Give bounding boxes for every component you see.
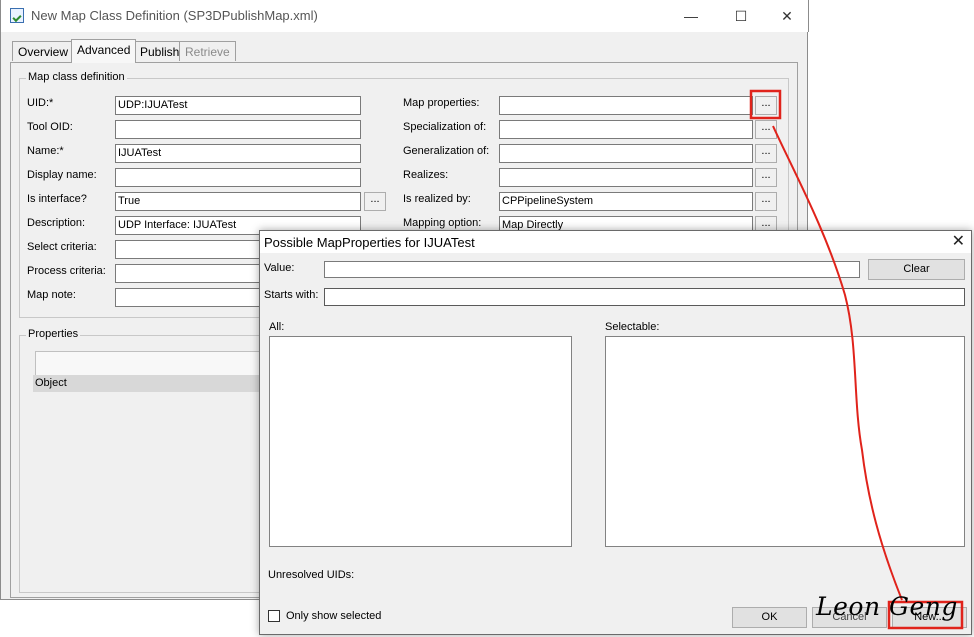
properties-grid-header <box>35 351 264 376</box>
main-titlebar[interactable]: New Map Class Definition (SP3DPublishMap… <box>1 0 809 32</box>
display-name-field[interactable] <box>115 168 361 187</box>
tool-oid-label: Tool OID: <box>27 121 73 133</box>
specialization-of-browse-button[interactable]: ... <box>755 120 777 139</box>
realizes-label: Realizes: <box>403 169 449 181</box>
value-input[interactable] <box>324 261 860 278</box>
dialog-title: Possible MapProperties for IJUATest <box>264 235 475 250</box>
starts-with-input[interactable] <box>324 288 965 306</box>
map-properties-label: Map properties: <box>403 97 480 109</box>
starts-with-label: Starts with: <box>264 289 319 301</box>
properties-title: Properties <box>26 328 81 340</box>
specialization-of-label: Specialization of: <box>403 121 487 133</box>
process-criteria-label: Process criteria: <box>27 265 106 277</box>
only-show-selected-checkbox[interactable] <box>268 610 280 622</box>
is-interface-field[interactable]: True <box>115 192 361 211</box>
select-criteria-label: Select criteria: <box>27 241 97 253</box>
tab-advanced[interactable]: Advanced <box>71 39 137 63</box>
map-properties-browse-button[interactable]: ... <box>755 96 777 115</box>
clear-button[interactable]: Clear <box>868 259 965 280</box>
is-realized-by-field[interactable]: CPPipelineSystem <box>499 192 753 211</box>
generalization-of-field[interactable] <box>499 144 753 163</box>
map-class-definition-title: Map class definition <box>26 71 127 83</box>
name-label: Name:* <box>27 145 64 157</box>
selectable-label: Selectable: <box>605 321 660 333</box>
tab-overview[interactable]: Overview <box>12 41 75 61</box>
is-interface-browse-button[interactable]: ... <box>364 192 386 211</box>
realizes-browse-button[interactable]: ... <box>755 168 777 187</box>
tool-oid-field[interactable] <box>115 120 361 139</box>
display-name-label: Display name: <box>27 169 97 181</box>
is-interface-label: Is interface? <box>27 193 87 205</box>
generalization-of-browse-button[interactable]: ... <box>755 144 777 163</box>
ok-button[interactable]: OK <box>732 607 807 628</box>
name-field[interactable]: IJUATest <box>115 144 361 163</box>
all-label: All: <box>269 321 285 333</box>
map-properties-field[interactable] <box>499 96 753 115</box>
dialog-titlebar[interactable]: Possible MapProperties for IJUATest ✕ <box>260 231 971 253</box>
maximize-button[interactable]: ☐ <box>726 6 756 26</box>
specialization-of-field[interactable] <box>499 120 753 139</box>
window-title: New Map Class Definition (SP3DPublishMap… <box>31 8 318 23</box>
tab-publish[interactable]: Publish <box>134 41 186 61</box>
tab-retrieve[interactable]: Retrieve <box>179 41 236 61</box>
uid-label: UID:* <box>27 97 54 109</box>
value-label: Value: <box>264 262 295 274</box>
selectable-listbox[interactable] <box>605 336 965 547</box>
realizes-field[interactable] <box>499 168 753 187</box>
map-properties-dialog: Possible MapProperties for IJUATest ✕ Va… <box>259 230 972 635</box>
close-button[interactable]: ✕ <box>772 6 802 26</box>
minimize-button[interactable]: — <box>676 6 706 26</box>
unresolved-uids-label: Unresolved UIDs: <box>268 569 355 581</box>
only-show-selected-label[interactable]: Only show selected <box>286 610 381 622</box>
properties-grid-object-cell[interactable]: Object <box>33 375 265 392</box>
generalization-of-label: Generalization of: <box>403 145 490 157</box>
map-note-label: Map note: <box>27 289 76 301</box>
is-realized-by-label: Is realized by: <box>403 193 471 205</box>
app-icon <box>10 8 24 23</box>
mapping-option-label: Mapping option: <box>403 217 482 229</box>
all-listbox[interactable] <box>269 336 572 547</box>
author-signature: Leon Geng <box>816 592 958 621</box>
dialog-close-icon[interactable]: ✕ <box>952 232 965 252</box>
uid-field[interactable]: UDP:IJUATest <box>115 96 361 115</box>
is-realized-by-browse-button[interactable]: ... <box>755 192 777 211</box>
description-label: Description: <box>27 217 86 229</box>
